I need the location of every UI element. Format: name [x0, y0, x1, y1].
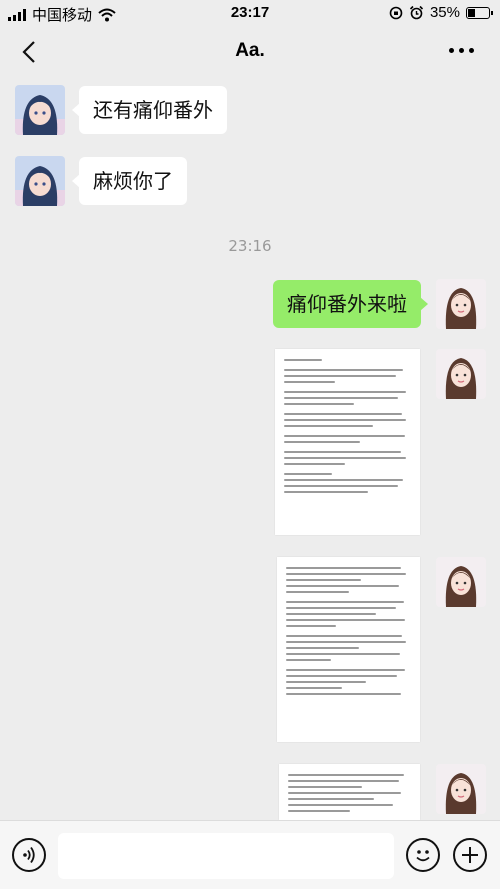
message-bubble[interactable]: 还有痛仰番外: [72, 86, 227, 134]
image-message[interactable]: [279, 764, 420, 820]
battery-level: [468, 8, 475, 17]
avatar[interactable]: [15, 85, 65, 135]
voice-icon[interactable]: [12, 838, 46, 872]
my-avatar[interactable]: [436, 279, 486, 329]
my-avatar[interactable]: [436, 349, 486, 399]
alarm-icon: [409, 5, 424, 20]
my-avatar[interactable]: [436, 764, 486, 814]
nav-bar: Aa.: [0, 26, 500, 78]
emoji-icon[interactable]: [406, 838, 440, 872]
message-bubble[interactable]: 麻烦你了: [72, 157, 187, 205]
ellipsis-icon[interactable]: [449, 48, 474, 53]
my-avatar[interactable]: [436, 557, 486, 607]
image-message[interactable]: [277, 557, 420, 742]
battery-icon: [466, 6, 493, 19]
message-timestamp: 23:16: [228, 237, 272, 255]
status-bar: 中国移动 23:17 35%: [0, 0, 500, 26]
input-bar: [0, 820, 500, 889]
plus-icon[interactable]: [453, 838, 487, 872]
orientation-lock-icon: [389, 6, 403, 19]
battery-percent: 35%: [429, 4, 460, 21]
avatar[interactable]: [15, 156, 65, 206]
status-right: 35%: [389, 4, 493, 21]
chat-title: Aa.: [235, 40, 265, 61]
message-bubble[interactable]: 痛仰番外来啦: [273, 280, 428, 328]
message-input[interactable]: [58, 833, 394, 879]
image-message[interactable]: [275, 349, 420, 535]
